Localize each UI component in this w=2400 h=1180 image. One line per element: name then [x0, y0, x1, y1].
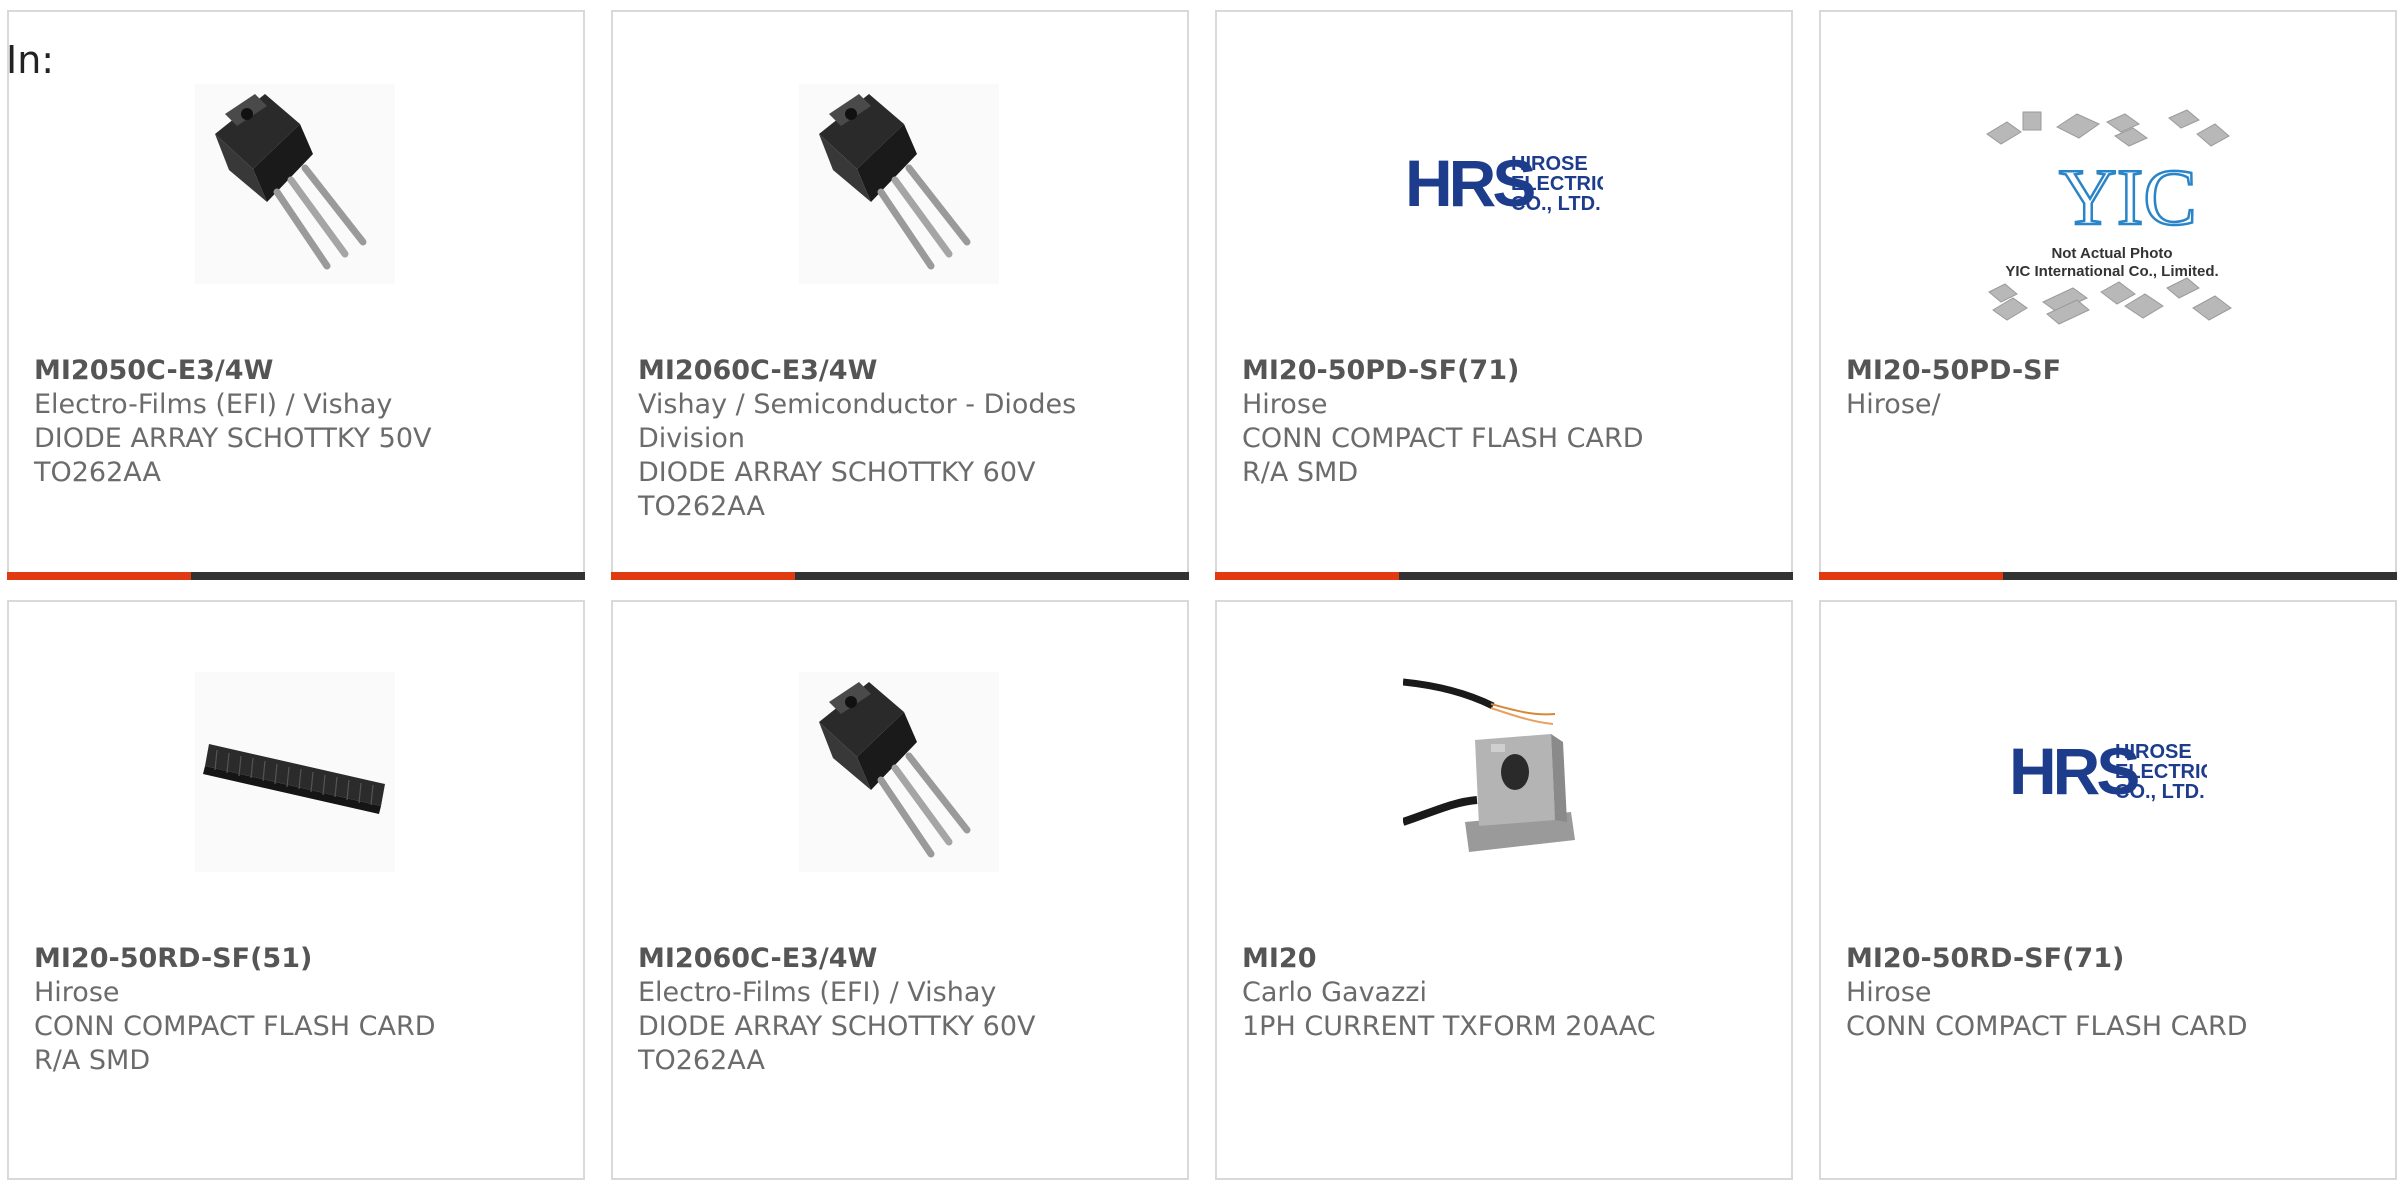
part-number[interactable]: MI20-50RD-SF(51) [34, 942, 563, 976]
part-number[interactable]: MI20-50PD-SF(71) [1242, 354, 1771, 388]
hirose-logo[interactable]: HRS HIROSE ELECTRIC CO., LTD. [1403, 84, 1603, 284]
product-card[interactable]: HRS HIROSE ELECTRIC CO., LTD. MI20-50PD-… [1215, 10, 1793, 580]
product-card[interactable]: YIC Not Actual Photo YIC International C… [1819, 10, 2397, 580]
description-line: R/A SMD [34, 1045, 151, 1076]
to262-transistor-image[interactable] [799, 672, 999, 872]
card-bottom-bar [1819, 572, 2397, 580]
description-line: TO262AA [34, 457, 161, 488]
hrs-logo-line: ELECTRIC [2115, 761, 2207, 783]
card-bottom-bar [1215, 572, 1793, 580]
description-line: CONN COMPACT FLASH CARD [1242, 423, 1644, 454]
card-accent-bar [1819, 572, 2003, 580]
part-number[interactable]: MI20 [1242, 942, 1771, 976]
hrs-logo-line: HIROSE [2115, 741, 2192, 763]
product-card[interactable]: MI2060C-E3/4W Vishay / Semiconductor - D… [611, 10, 1189, 580]
to262-transistor-image[interactable] [195, 84, 395, 284]
manufacturer: Hirose [1242, 389, 1328, 420]
manufacturer: Division [638, 423, 745, 454]
yic-caption: YIC International Co., Limited. [2005, 263, 2218, 280]
manufacturer: Hirose/ [1846, 389, 1941, 420]
product-card[interactable]: MI2050C-E3/4W Electro-Films (EFI) / Vish… [7, 10, 585, 580]
hrs-logo-line: CO., LTD. [1511, 193, 1601, 215]
hrs-logo-line: CO., LTD. [2115, 781, 2205, 803]
yic-logo-mark: YIC [2059, 154, 2197, 242]
hrs-logo-line: ELECTRIC [1511, 173, 1603, 195]
card-accent-bar [611, 572, 795, 580]
hrs-logo-line: HIROSE [1511, 153, 1588, 175]
current-transformer-image[interactable] [1403, 672, 1603, 872]
card-bottom-bar [7, 572, 585, 580]
yic-caption: Not Actual Photo [2051, 245, 2172, 262]
to262-transistor-image[interactable] [799, 84, 999, 284]
part-number[interactable]: MI20-50RD-SF(71) [1846, 942, 2375, 976]
filter-label: In: [6, 38, 55, 82]
manufacturer: Vishay / Semiconductor - Diodes [638, 389, 1077, 420]
description-line: R/A SMD [1242, 457, 1359, 488]
description-line: TO262AA [638, 491, 765, 522]
description-line: DIODE ARRAY SCHOTTKY 60V [638, 1011, 1036, 1042]
part-number[interactable]: MI20-50PD-SF [1846, 354, 2375, 388]
yic-placeholder-image[interactable]: YIC Not Actual Photo YIC International C… [1977, 92, 2247, 332]
connector-strip-image[interactable] [195, 672, 395, 872]
manufacturer: Hirose [1846, 977, 1932, 1008]
product-card[interactable]: HRS HIROSE ELECTRIC CO., LTD. MI20-50RD-… [1819, 600, 2397, 1180]
part-number[interactable]: MI2060C-E3/4W [638, 354, 1167, 388]
description-line: CONN COMPACT FLASH CARD [1846, 1011, 2248, 1042]
card-accent-bar [7, 572, 191, 580]
manufacturer: Hirose [34, 977, 120, 1008]
manufacturer: Carlo Gavazzi [1242, 977, 1427, 1008]
description-line: DIODE ARRAY SCHOTTKY 50V [34, 423, 432, 454]
part-number[interactable]: MI2050C-E3/4W [34, 354, 563, 388]
manufacturer: Electro-Films (EFI) / Vishay [638, 977, 997, 1008]
description-line: 1PH CURRENT TXFORM 20AAC [1242, 1011, 1656, 1042]
product-card[interactable]: MI2060C-E3/4W Electro-Films (EFI) / Vish… [611, 600, 1189, 1180]
description-line: DIODE ARRAY SCHOTTKY 60V [638, 457, 1036, 488]
hirose-logo[interactable]: HRS HIROSE ELECTRIC CO., LTD. [2007, 672, 2207, 872]
product-card[interactable]: MI20-50RD-SF(51) Hirose CONN COMPACT FLA… [7, 600, 585, 1180]
product-card[interactable]: MI20 Carlo Gavazzi 1PH CURRENT TXFORM 20… [1215, 600, 1793, 1180]
description-line: CONN COMPACT FLASH CARD [34, 1011, 436, 1042]
part-number[interactable]: MI2060C-E3/4W [638, 942, 1167, 976]
manufacturer: Electro-Films (EFI) / Vishay [34, 389, 393, 420]
card-accent-bar [1215, 572, 1399, 580]
description-line: TO262AA [638, 1045, 765, 1076]
card-bottom-bar [611, 572, 1189, 580]
